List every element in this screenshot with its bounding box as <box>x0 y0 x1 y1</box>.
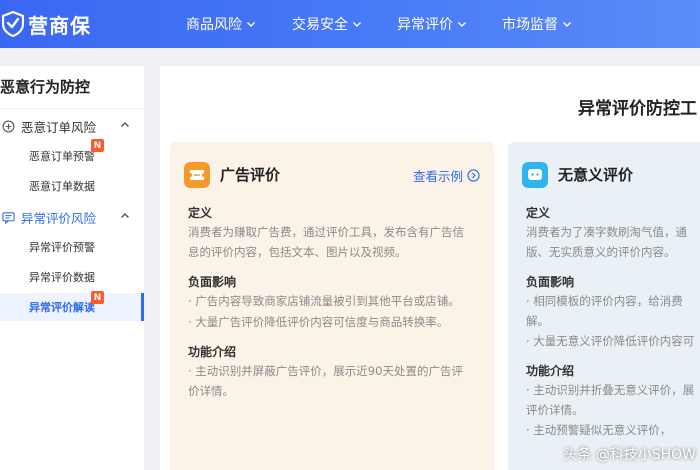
nav-item-market-supervision[interactable]: 市场监督 <box>502 0 572 48</box>
section-heading: 功能介绍 <box>188 345 237 359</box>
page-title: 异常评价防控工 <box>578 99 697 119</box>
view-example-link[interactable]: 查看示例 <box>413 166 480 185</box>
section-line: 息的评价内容，包括文本、图片以及视频。 <box>188 245 407 259</box>
main-panel: 异常评价防控工 广告评价 查看示例 定义 消费者为赚取广告费，通过评价工具，发布… <box>160 66 700 470</box>
watermark: 头条 @科技小SHOW <box>563 447 696 463</box>
chevron-down-icon <box>458 22 466 27</box>
sidebar-item-malicious-order-alert[interactable]: 恶意订单预警 N <box>0 139 144 170</box>
chevron-down-icon <box>353 22 361 27</box>
section-heading: 负面影响 <box>526 275 575 289</box>
sidebar-item-abnormal-review-alert[interactable]: 异常评价预警 <box>0 233 144 261</box>
chevron-down-icon <box>563 22 571 27</box>
section-line: · 大量无意义评价降低评价内容可 <box>526 334 695 348</box>
nav-item-product-risk[interactable]: 商品风险 <box>186 0 256 48</box>
logo[interactable]: 营商保 <box>0 8 91 40</box>
section-heading: 定义 <box>526 206 551 220</box>
plus-circle-icon <box>2 120 15 132</box>
sidebar-group-label: 恶意订单风险 <box>21 119 97 135</box>
nav-label: 商品风险 <box>186 17 242 33</box>
sidebar-item-label: 异常评价解读 <box>29 301 95 314</box>
sidebar-item-label: 恶意订单数据 <box>29 180 95 193</box>
sidebar-group-abnormal-review[interactable]: 异常评价风险 <box>0 205 144 229</box>
section-heading: 定义 <box>188 206 213 220</box>
new-badge: N <box>91 139 104 152</box>
sidebar-item-malicious-order-data[interactable]: 恶意订单数据 <box>0 172 144 200</box>
nav-item-abnormal-review[interactable]: 异常评价 <box>397 0 467 48</box>
section-line: · 相同模板的评价内容，给消费 <box>526 294 683 308</box>
sidebar-item-abnormal-review-interpretation[interactable]: 异常评价解读 N <box>0 291 144 321</box>
section-line: · 主动识别并屏蔽广告评价，展示近90天处置的广告评 <box>188 364 463 378</box>
chevron-up-icon <box>121 122 129 127</box>
chevron-up-icon <box>121 213 129 218</box>
section-line: 解。 <box>526 314 549 328</box>
card-meaningless-review: 无意义评价 定义 消费者为了凑字数刷淘气值，通 版、无实质意义的评价内容。 负面… <box>508 142 700 470</box>
sidebar-title: 恶意行为防控 <box>0 78 91 96</box>
card-title: 广告评价 <box>220 166 281 184</box>
section-heading: 功能介绍 <box>526 364 575 378</box>
view-example-label: 查看示例 <box>412 169 463 184</box>
chat-bubble-icon <box>522 162 548 188</box>
section-heading: 负面影响 <box>188 275 237 289</box>
sidebar-divider <box>0 108 144 109</box>
section-line: 消费者为赚取广告费，通过评价工具，发布含有广告信 <box>188 225 464 239</box>
card-ad-review: 广告评价 查看示例 定义 消费者为赚取广告费，通过评价工具，发布含有广告信 息的… <box>170 142 494 470</box>
section-line: · 广告内容导致商家店铺流量被引到其他平台或店铺。 <box>188 294 460 308</box>
sidebar-group-label: 异常评价风险 <box>21 210 97 226</box>
sidebar-item-abnormal-review-data[interactable]: 异常评价数据 <box>0 263 144 291</box>
section-line: · 主动识别并折叠无意义评价，展 <box>526 383 695 397</box>
sidebar-item-label: 异常评价预警 <box>29 241 95 254</box>
logo-text: 营商保 <box>28 13 91 38</box>
nav-label: 市场监督 <box>502 17 558 33</box>
sidebar-item-label: 异常评价数据 <box>29 271 95 284</box>
nav-label: 异常评价 <box>397 17 453 33</box>
card-title: 无意义评价 <box>558 166 634 184</box>
section-line: · 主动预警疑似无意义评价， <box>526 423 672 437</box>
section-line: 版、无实质意义的评价内容。 <box>526 245 676 259</box>
nav-item-trade-security[interactable]: 交易安全 <box>292 0 362 48</box>
section-line: 价详情。 <box>188 384 234 398</box>
ticket-icon <box>184 162 210 188</box>
sidebar: 恶意行为防控 恶意订单风险 恶意订单预警 N 恶意订单数据 异常评价风险 异常评… <box>0 66 144 470</box>
section-line: 消费者为了凑字数刷淘气值，通 <box>526 225 687 239</box>
chevron-down-icon <box>247 22 255 27</box>
section-line: 评价详情。 <box>526 403 584 417</box>
section-line: · 大量广告评价降低评价内容可信度与商品转换率。 <box>188 315 449 329</box>
chevron-right-circle-icon <box>467 169 480 182</box>
sidebar-group-malicious-order[interactable]: 恶意订单风险 <box>0 114 144 138</box>
nav-label: 交易安全 <box>292 17 348 33</box>
new-badge: N <box>91 291 104 304</box>
top-nav-bar: 营商保 商品风险 交易安全 异常评价 市场监督 <box>0 0 700 48</box>
shield-logo-icon <box>2 11 24 37</box>
comment-icon <box>2 211 15 224</box>
sidebar-item-label: 恶意订单预警 <box>29 150 95 163</box>
